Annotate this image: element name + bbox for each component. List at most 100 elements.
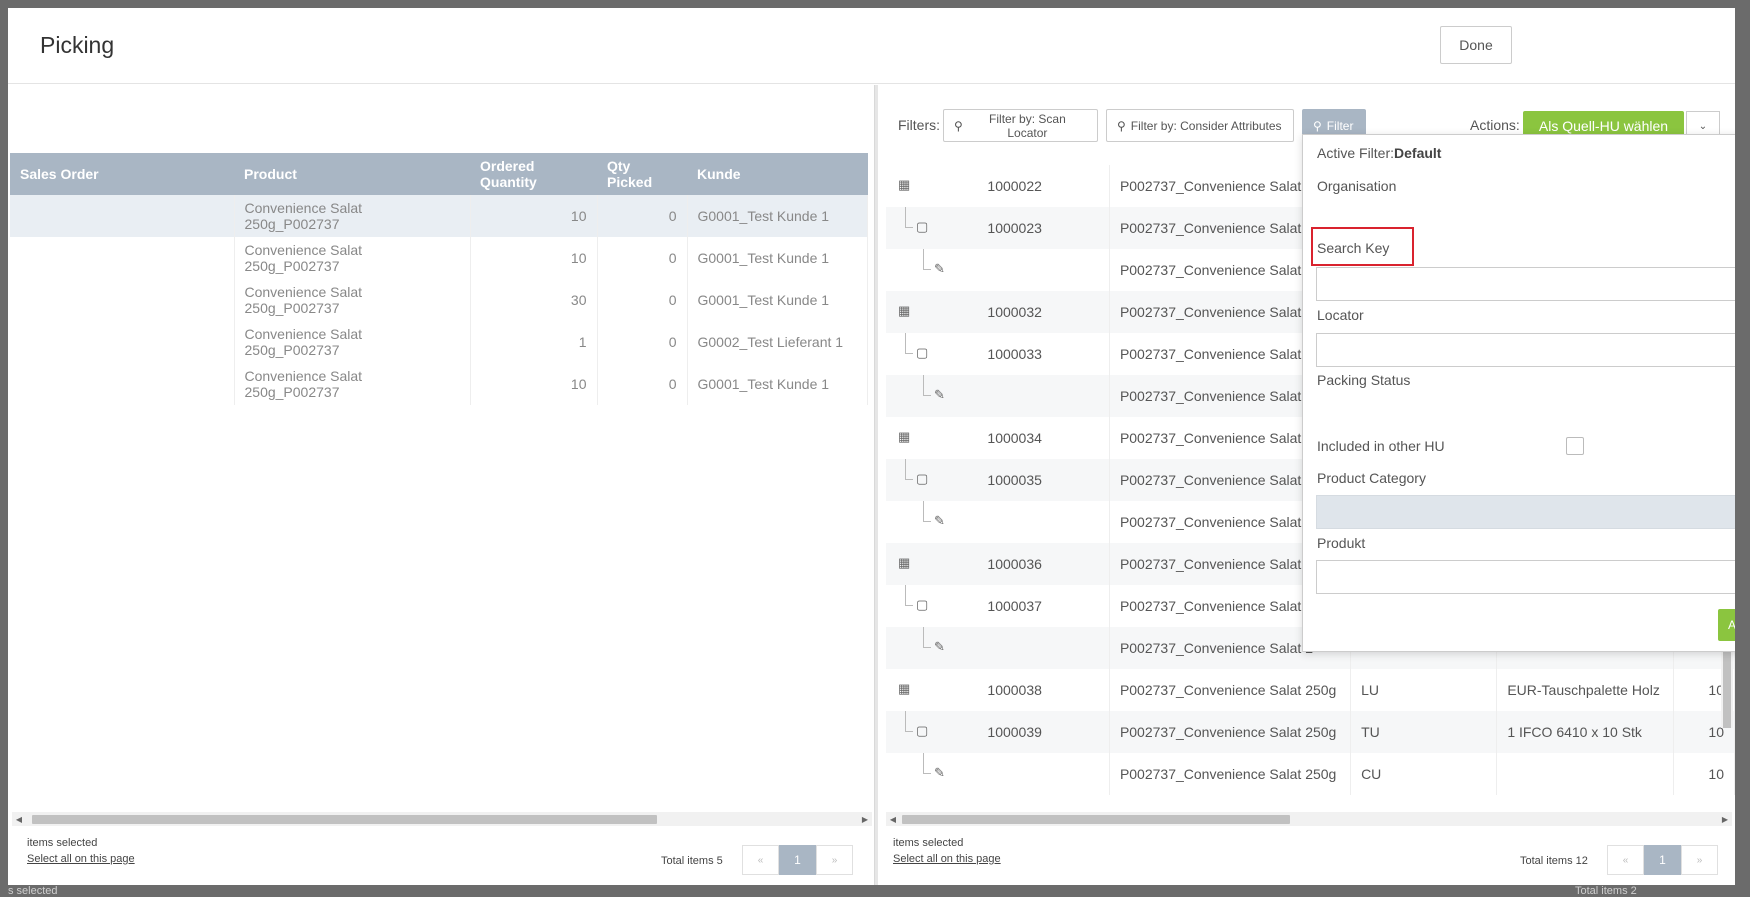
col-kunde[interactable]: Kunde [687, 153, 868, 195]
col-ordered-quantity[interactable]: Ordered Quantity [470, 153, 597, 195]
page-1-button[interactable]: 1 [779, 845, 816, 875]
cell-tree: ▢ [886, 585, 977, 627]
cell-hu-id [977, 753, 1110, 795]
tree-line [923, 647, 931, 648]
filter-popup: Active Filter:Default Organisation Searc… [1302, 134, 1735, 652]
pencil-icon: ✎ [934, 261, 945, 276]
scroll-left-icon[interactable]: ◀ [886, 812, 900, 826]
cell-ordered: 30 [470, 279, 598, 321]
cell-product: Convenience Salat 250g_P002737 [234, 237, 471, 279]
col-sales-order[interactable]: Sales Order [10, 153, 234, 195]
included-other-hu-checkbox[interactable] [1566, 437, 1584, 455]
cell-hu-id: 1000035 [977, 459, 1110, 501]
page-1-button[interactable]: 1 [1644, 845, 1681, 875]
search-key-input[interactable] [1316, 267, 1735, 301]
modal-title: Picking [40, 32, 115, 58]
table-row[interactable]: Convenience Salat 250g_P002737 10 0 G000… [10, 237, 868, 279]
cell-picked: 0 [597, 321, 688, 363]
cell-sales-order [10, 237, 235, 279]
filter-consider-attributes-button[interactable]: ⚲ Filter by: Consider Attributes [1106, 109, 1294, 142]
apply-filter-button[interactable]: A [1718, 609, 1735, 641]
cell-hu-type: CU [1350, 753, 1498, 795]
scroll-right-icon[interactable]: ▶ [858, 812, 872, 826]
cell-hu-id [977, 375, 1110, 417]
table-row[interactable]: Convenience Salat 250g_P002737 30 0 G000… [10, 279, 868, 321]
select-all-link[interactable]: Select all on this page [27, 853, 135, 865]
cell-kunde: G0001_Test Kunde 1 [687, 279, 868, 321]
produkt-input[interactable] [1316, 560, 1735, 594]
select-all-wrapper: Select all on this page [27, 853, 135, 865]
cell-hu-product: P002737_Convenience Salat 250g [1109, 711, 1352, 753]
cell-hu-type: TU [1350, 711, 1498, 753]
cell-sales-order [10, 195, 235, 237]
pallet-icon: ▦ [898, 681, 911, 696]
cell-sales-order [10, 279, 235, 321]
prev-page-button[interactable]: « [742, 845, 779, 875]
table-row[interactable]: ▦ 1000038 P002737_Convenience Salat 250g LU… [886, 669, 1735, 711]
tree-line [923, 521, 931, 522]
tree-line [923, 627, 924, 647]
pagination: « 1 » [742, 845, 853, 875]
cell-picked: 0 [597, 195, 688, 237]
table-row[interactable]: Convenience Salat 250g_P002737 10 0 G000… [10, 195, 868, 237]
filter-scan-locator-label: Filter by: Scan Locator [989, 111, 1066, 140]
pallet-icon: ▦ [898, 303, 911, 318]
tree-line [923, 501, 924, 521]
next-page-button[interactable]: » [1681, 845, 1718, 875]
cell-tree: ▢ [886, 711, 978, 753]
items-selected-label: items selected [893, 837, 964, 849]
search-icon: ⚲ [954, 118, 963, 133]
cell-kunde: G0001_Test Kunde 1 [687, 363, 868, 405]
total-items: Total items 12 [1520, 855, 1588, 867]
cell-hu-product: P002737_Convenience Salat 250g [1109, 753, 1352, 795]
cell-tree: ▦ [886, 291, 978, 333]
product-category-input[interactable] [1316, 495, 1735, 529]
cell-ordered: 1 [470, 321, 598, 363]
table-row[interactable]: Convenience Salat 250g_P002737 1 0 G0002… [10, 321, 868, 363]
tree-line [905, 333, 906, 353]
cell-hu-id [977, 249, 1110, 291]
active-filter-label: Active Filter:Default [1317, 145, 1441, 161]
filters-label: Filters: [898, 117, 940, 133]
select-all-link[interactable]: Select all on this page [893, 853, 1001, 865]
scroll-thumb[interactable] [32, 815, 657, 824]
locator-input[interactable] [1316, 333, 1735, 367]
cell-tree: ▦ [886, 543, 978, 585]
cell-hu-qty: 10 [1673, 753, 1735, 795]
order-lines-table: Sales Order Product Ordered Quantity Qty… [10, 153, 868, 405]
pencil-icon: ✎ [934, 639, 945, 654]
product-category-label: Product Category [1317, 470, 1426, 486]
cell-kunde: G0001_Test Kunde 1 [687, 195, 868, 237]
cell-picked: 0 [597, 237, 688, 279]
cell-hu-id: 1000039 [977, 711, 1110, 753]
scroll-right-icon[interactable]: ▶ [1718, 812, 1732, 826]
done-button[interactable]: Done [1440, 26, 1512, 64]
cell-kunde: G0002_Test Lieferant 1 [687, 321, 868, 363]
locator-label: Locator [1317, 307, 1364, 323]
tree-line [923, 249, 924, 269]
left-horizontal-scrollbar[interactable]: ◀ ▶ [12, 812, 872, 826]
filter-scan-locator-button[interactable]: ⚲ Filter by: Scan Locator [943, 109, 1098, 142]
items-selected-label: items selected [27, 837, 98, 849]
scroll-left-icon[interactable]: ◀ [12, 812, 26, 826]
cell-sales-order [10, 321, 235, 363]
select-all-wrapper: Select all on this page [893, 853, 1001, 865]
right-horizontal-scrollbar[interactable]: ◀ ▶ [886, 812, 1732, 826]
tree-line [905, 605, 913, 606]
filter-consider-attributes-label: Filter by: Consider Attributes [1130, 118, 1282, 133]
cell-hu-id: 1000022 [977, 165, 1110, 207]
table-row[interactable]: Convenience Salat 250g_P002737 10 0 G000… [10, 363, 868, 405]
col-qty-picked[interactable]: Qty Picked [597, 153, 687, 195]
pallet-icon: ▦ [898, 429, 911, 444]
table-row[interactable]: ✎ P002737_Convenience Salat 250g CU 10 [886, 753, 1735, 795]
tree-line [923, 395, 931, 396]
prev-page-button[interactable]: « [1607, 845, 1644, 875]
box-icon: ▢ [916, 597, 929, 612]
table-row[interactable]: ▢ 1000039 P002737_Convenience Salat 250g TU… [886, 711, 1735, 753]
cell-hu-id: 1000034 [977, 417, 1110, 459]
cell-picked: 0 [597, 363, 688, 405]
scroll-thumb[interactable] [902, 815, 1290, 824]
next-page-button[interactable]: » [816, 845, 853, 875]
cell-tree: ✎ [886, 501, 977, 543]
col-product[interactable]: Product [234, 153, 470, 195]
